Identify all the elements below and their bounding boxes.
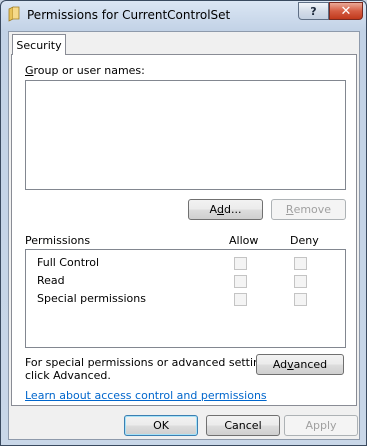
allow-checkbox[interactable] <box>234 257 247 270</box>
remove-button[interactable]: Remove <box>271 199 346 220</box>
add-button[interactable]: Ad d... <box>188 199 263 220</box>
security-tab-panel: Group or user names: Ad d... Remove Permi… <box>11 54 357 406</box>
deny-checkbox[interactable] <box>294 275 307 288</box>
close-icon: ✕ <box>340 3 352 19</box>
deny-header: Deny <box>290 234 319 247</box>
allow-header: Allow <box>229 234 259 247</box>
tab-security[interactable]: Security <box>12 34 66 55</box>
advanced-hint-line1: For special permissions or advanced sett… <box>25 356 277 369</box>
permissions-list[interactable]: Full Control Read Special permissions <box>25 249 346 348</box>
permission-label: Full Control <box>37 256 100 269</box>
group-user-list[interactable] <box>25 80 346 190</box>
deny-checkbox[interactable] <box>294 257 307 270</box>
window-title: Permissions for CurrentControlSet <box>27 8 231 22</box>
group-names-label: Group or user names: <box>25 64 145 77</box>
deny-checkbox[interactable] <box>294 293 307 306</box>
permissions-dialog: Permissions for CurrentControlSet ? ✕ Se… <box>0 0 367 446</box>
dialog-body: Security Group or user names: Ad d... Rem… <box>8 31 360 440</box>
permission-label: Read <box>37 274 65 287</box>
learn-more-link[interactable]: Learn about access control and permissio… <box>25 389 267 402</box>
close-button[interactable]: ✕ <box>329 2 363 20</box>
allow-checkbox[interactable] <box>234 275 247 288</box>
permissions-header: Permissions <box>25 234 91 247</box>
title-bar[interactable]: Permissions for CurrentControlSet ? ✕ <box>1 1 366 31</box>
cancel-button[interactable]: Cancel <box>206 415 280 436</box>
tab-security-label: Security <box>16 38 62 52</box>
advanced-button[interactable]: Ad v anced <box>256 354 344 375</box>
ok-button[interactable]: OK <box>124 415 198 436</box>
help-icon: ? <box>310 4 317 18</box>
permission-label: Special permissions <box>37 292 146 305</box>
help-button[interactable]: ? <box>298 2 329 20</box>
allow-checkbox[interactable] <box>234 293 247 306</box>
folder-icon <box>8 6 20 22</box>
advanced-hint-line2: click Advanced. <box>25 369 111 382</box>
apply-button[interactable]: Apply <box>284 415 358 436</box>
